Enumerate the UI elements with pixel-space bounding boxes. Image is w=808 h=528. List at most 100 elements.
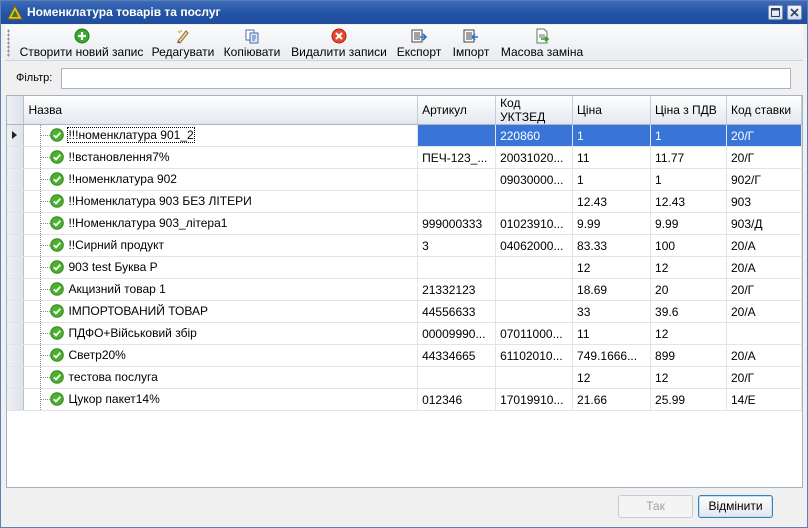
- code-cell[interactable]: 04062000...: [495, 234, 574, 257]
- table-row[interactable]: !!!номенклатура 901_2 220860 1 1 20/Г: [7, 124, 802, 147]
- code-cell[interactable]: 61102010...: [495, 344, 574, 367]
- article-cell[interactable]: 00009990...: [417, 322, 497, 345]
- ok-button[interactable]: Так: [618, 495, 693, 518]
- rate-code-cell[interactable]: 20/А: [726, 344, 802, 367]
- rate-code-cell[interactable]: 20/А: [726, 300, 802, 323]
- price-vat-cell[interactable]: 899: [650, 344, 727, 367]
- column-header-price[interactable]: Ціна: [572, 96, 652, 125]
- cancel-button[interactable]: Відмінити: [698, 495, 773, 518]
- table-row[interactable]: Светр20% 44334665 61102010... 749.1666... 89…: [7, 344, 802, 367]
- article-cell[interactable]: 21332123: [417, 278, 497, 301]
- row-indicator[interactable]: [7, 124, 25, 147]
- name-cell[interactable]: !!Сирний продукт: [23, 234, 419, 257]
- row-indicator[interactable]: [7, 168, 25, 191]
- row-indicator[interactable]: [7, 146, 25, 169]
- price-cell[interactable]: 11: [572, 322, 652, 345]
- rate-code-cell[interactable]: 20/Г: [726, 146, 802, 169]
- rate-code-cell[interactable]: 20/Г: [726, 366, 802, 389]
- price-vat-cell[interactable]: 12: [650, 256, 727, 279]
- rate-code-cell[interactable]: 20/А: [726, 256, 802, 279]
- name-cell[interactable]: !!Номенклатура 903_літера1: [23, 212, 419, 235]
- edit-button[interactable]: Редагувати: [151, 27, 215, 59]
- create-record-button[interactable]: Створити новий запис: [18, 27, 145, 59]
- article-cell[interactable]: [417, 256, 497, 279]
- rate-code-cell[interactable]: 902/Г: [726, 168, 802, 191]
- table-row[interactable]: !!Сирний продукт 3 04062000... 83.33 100 20/А: [7, 234, 802, 257]
- copy-button[interactable]: Копіювати: [222, 27, 282, 59]
- price-vat-cell[interactable]: 25.99: [650, 388, 727, 411]
- table-row[interactable]: 903 test Буква Р 12 12 20/А: [7, 256, 802, 279]
- name-cell[interactable]: Акцизний товар 1: [23, 278, 419, 301]
- name-cell[interactable]: тестова послуга: [23, 366, 419, 389]
- name-cell[interactable]: ПДФО+Військовий збір: [23, 322, 419, 345]
- table-row[interactable]: ПДФО+Військовий збір 00009990... 07011000.…: [7, 322, 802, 345]
- code-cell[interactable]: [495, 190, 574, 213]
- name-cell[interactable]: 903 test Буква Р: [23, 256, 419, 279]
- toolbar-grip[interactable]: [7, 29, 10, 57]
- close-button[interactable]: [787, 5, 802, 20]
- column-header-name[interactable]: Назва: [23, 96, 419, 125]
- price-cell[interactable]: 12.43: [572, 190, 652, 213]
- name-cell[interactable]: Светр20%: [23, 344, 419, 367]
- column-header-article[interactable]: Артикул: [417, 96, 497, 125]
- price-vat-cell[interactable]: 1: [650, 124, 727, 147]
- price-cell[interactable]: 33: [572, 300, 652, 323]
- code-cell[interactable]: 07011000...: [495, 322, 574, 345]
- article-cell[interactable]: ПЕЧ-123_...: [417, 146, 497, 169]
- article-cell[interactable]: 3: [417, 234, 497, 257]
- name-cell[interactable]: ІМПОРТОВАНИЙ ТОВАР: [23, 300, 419, 323]
- row-indicator[interactable]: [7, 256, 25, 279]
- code-cell[interactable]: 20031020...: [495, 146, 574, 169]
- price-vat-cell[interactable]: 20: [650, 278, 727, 301]
- column-header-code[interactable]: Код УКТЗЕД: [495, 96, 574, 125]
- price-cell[interactable]: 12: [572, 256, 652, 279]
- code-cell[interactable]: [495, 256, 574, 279]
- name-cell[interactable]: !!Номенклатура 903 БЕЗ ЛІТЕРИ: [23, 190, 419, 213]
- price-cell[interactable]: 83.33: [572, 234, 652, 257]
- table-row[interactable]: !!Номенклатура 903_літера1 999000333 01023…: [7, 212, 802, 235]
- export-button[interactable]: Експорт: [394, 27, 444, 59]
- table-row[interactable]: !!номенклатура 902 09030000... 1 1 902/Г: [7, 168, 802, 191]
- price-vat-cell[interactable]: 12: [650, 322, 727, 345]
- delete-records-button[interactable]: Видалити записи: [290, 27, 388, 59]
- row-indicator[interactable]: [7, 234, 25, 257]
- article-cell[interactable]: [417, 168, 497, 191]
- table-row[interactable]: тестова послуга 12 12 20/Г: [7, 366, 802, 389]
- row-indicator[interactable]: [7, 322, 25, 345]
- article-cell[interactable]: 999000333: [417, 212, 497, 235]
- maximize-button[interactable]: [768, 5, 783, 20]
- row-indicator[interactable]: [7, 212, 25, 235]
- price-vat-cell[interactable]: 11.77: [650, 146, 727, 169]
- name-cell[interactable]: !!номенклатура 902: [23, 168, 419, 191]
- table-row[interactable]: ІМПОРТОВАНИЙ ТОВАР 44556633 33 39.6 20/А: [7, 300, 802, 323]
- code-cell[interactable]: 220860: [495, 124, 574, 147]
- article-cell[interactable]: 012346: [417, 388, 497, 411]
- name-cell[interactable]: !!встановлення7%: [23, 146, 419, 169]
- price-vat-cell[interactable]: 9.99: [650, 212, 727, 235]
- row-indicator[interactable]: [7, 344, 25, 367]
- row-indicator[interactable]: [7, 190, 25, 213]
- rate-code-cell[interactable]: 20/А: [726, 234, 802, 257]
- rate-code-cell[interactable]: [726, 322, 802, 345]
- price-cell[interactable]: 11: [572, 146, 652, 169]
- article-cell[interactable]: [417, 366, 497, 389]
- code-cell[interactable]: 17019910...: [495, 388, 574, 411]
- price-vat-cell[interactable]: 1: [650, 168, 727, 191]
- rate-code-cell[interactable]: 20/Г: [726, 124, 802, 147]
- rate-code-cell[interactable]: 14/Е: [726, 388, 802, 411]
- article-cell[interactable]: [417, 124, 497, 147]
- price-cell[interactable]: 12: [572, 366, 652, 389]
- row-indicator[interactable]: [7, 300, 25, 323]
- price-vat-cell[interactable]: 100: [650, 234, 727, 257]
- price-cell[interactable]: 21.66: [572, 388, 652, 411]
- article-cell[interactable]: 44334665: [417, 344, 497, 367]
- rate-code-cell[interactable]: 903/Д: [726, 212, 802, 235]
- price-cell[interactable]: 749.1666...: [572, 344, 652, 367]
- price-vat-cell[interactable]: 12: [650, 366, 727, 389]
- code-cell[interactable]: 01023910...: [495, 212, 574, 235]
- price-cell[interactable]: 1: [572, 124, 652, 147]
- price-vat-cell[interactable]: 12.43: [650, 190, 727, 213]
- column-header-price-vat[interactable]: Ціна з ПДВ: [650, 96, 727, 125]
- table-row[interactable]: !!Номенклатура 903 БЕЗ ЛІТЕРИ 12.43 12.43 9…: [7, 190, 802, 213]
- rate-code-cell[interactable]: 20/Г: [726, 278, 802, 301]
